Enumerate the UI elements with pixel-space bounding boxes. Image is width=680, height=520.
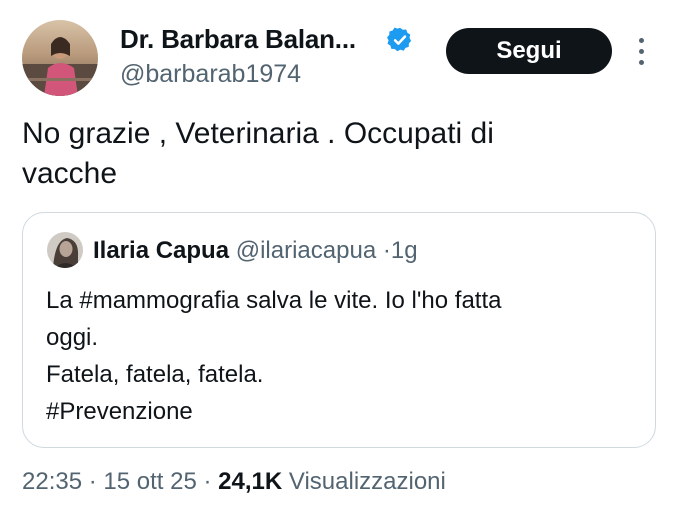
tweet-text: No grazie , Veterinaria . Occupati di va… xyxy=(22,117,494,190)
quoted-tweet-header: Ilaria Capua @ilariacapua ·1g xyxy=(93,237,418,265)
more-dot xyxy=(639,49,644,54)
follow-button[interactable]: Segui xyxy=(446,28,612,74)
quoted-tweet-card[interactable]: Ilaria Capua @ilariacapua ·1g La #mammog… xyxy=(22,212,656,448)
author-avatar-image xyxy=(22,20,98,96)
views-label[interactable]: Visualizzazioni xyxy=(289,468,446,495)
tweet-meta: 22:35 · 15 ott 25 · 24,1K Visualizzazion… xyxy=(22,468,446,496)
author-handle[interactable]: @barbarab1974 xyxy=(120,60,301,89)
author-display-name[interactable]: Dr. Barbara Balan... xyxy=(120,24,356,55)
quoted-tweet-text: La #mammografia salva le vite. Io l'ho f… xyxy=(46,287,502,425)
more-dot xyxy=(639,60,644,65)
quoted-author-handle[interactable]: @ilariacapua xyxy=(236,237,376,264)
views-count[interactable]: 24,1K xyxy=(218,468,282,495)
more-vertical-icon[interactable] xyxy=(632,34,652,70)
tweet-time[interactable]: 22:35 xyxy=(22,468,82,495)
more-dot xyxy=(639,38,644,43)
tweet-date[interactable]: 15 ott 25 xyxy=(103,468,196,495)
quoted-meta-separator: · xyxy=(382,237,391,264)
quoted-author-avatar-image xyxy=(47,232,83,268)
quoted-author-name[interactable]: Ilaria Capua xyxy=(93,237,229,264)
meta-separator: · xyxy=(203,468,212,495)
quoted-author-avatar[interactable] xyxy=(47,232,83,268)
meta-separator: · xyxy=(88,468,97,495)
verified-badge-icon xyxy=(387,27,412,52)
author-avatar[interactable] xyxy=(22,20,98,96)
quoted-tweet-time[interactable]: 1g xyxy=(391,237,418,264)
